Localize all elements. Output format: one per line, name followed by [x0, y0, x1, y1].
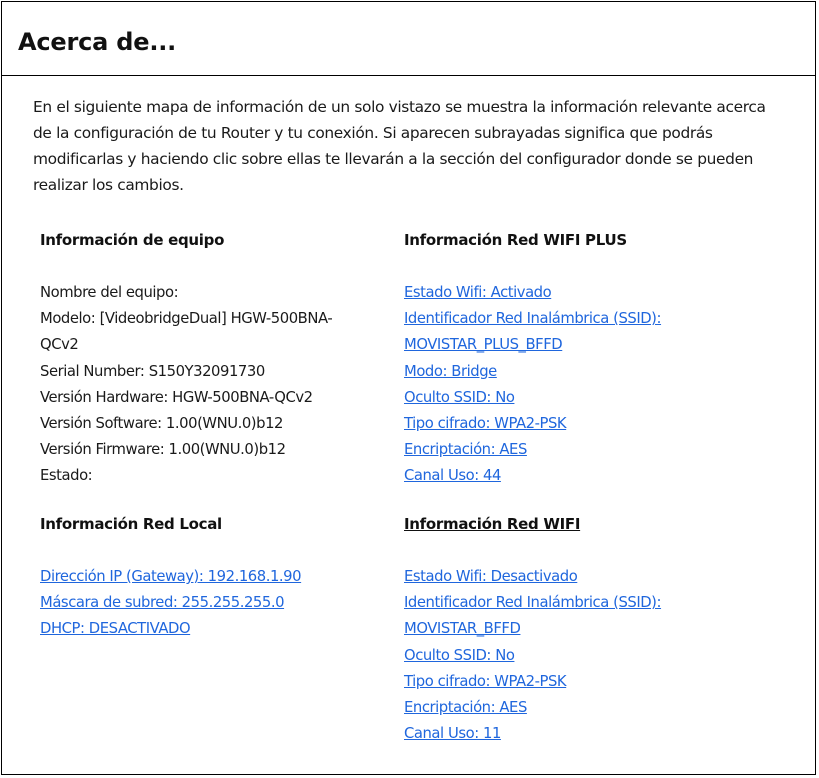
- section-wifi-plus-info: Información Red WIFI PLUS Estado Wifi: A…: [404, 230, 784, 484]
- wifi-plus-channel-link[interactable]: Canal Uso: 44: [404, 467, 501, 484]
- wifi-plus-hidden-ssid-link[interactable]: Oculto SSID: No: [404, 389, 515, 406]
- wifi-heading-link[interactable]: Información Red WIFI: [404, 514, 784, 534]
- wifi-plus-encryption-link[interactable]: Encriptación: AES: [404, 441, 527, 458]
- gateway-ip-link[interactable]: Dirección IP (Gateway): 192.168.1.90: [40, 568, 302, 585]
- about-panel: Acerca de... En el siguiente mapa de inf…: [1, 1, 816, 775]
- panel-header: Acerca de...: [2, 2, 815, 76]
- wifi-plus-cipher-link[interactable]: Tipo cifrado: WPA2-PSK: [404, 415, 567, 432]
- wifi-channel-link[interactable]: Canal Uso: 11: [404, 725, 501, 742]
- page-title: Acerca de...: [18, 28, 177, 56]
- equipment-info-heading: Información de equipo: [40, 231, 225, 249]
- equipment-model: Modelo: [VideobridgeDual] HGW-500BNA-: [40, 310, 333, 328]
- dhcp-link[interactable]: DHCP: DESACTIVADO: [40, 620, 191, 637]
- section-equipment-info: Información de equipo Nombre del equipo:…: [40, 230, 380, 484]
- wifi-list: Estado Wifi: Desactivado Identificador R…: [404, 564, 661, 747]
- equipment-name: Nombre del equipo:: [40, 284, 179, 301]
- equipment-info-list: Nombre del equipo: Modelo: [VideobridgeD…: [40, 280, 333, 490]
- wifi-encryption-link[interactable]: Encriptación: AES: [404, 699, 527, 716]
- intro-text: En el siguiente mapa de información de u…: [33, 98, 766, 194]
- wifi-plus-ssid-link[interactable]: Identificador Red Inalámbrica (SSID):: [404, 310, 661, 327]
- equipment-hw-version: Versión Hardware: HGW-500BNA-QCv2: [40, 388, 313, 406]
- wifi-ssid-value-link[interactable]: MOVISTAR_BFFD: [404, 620, 521, 637]
- wifi-cipher-link[interactable]: Tipo cifrado: WPA2-PSK: [404, 673, 567, 690]
- section-local-network-info: Información Red Local Dirección IP (Gate…: [40, 514, 380, 637]
- wifi-hidden-ssid-link[interactable]: Oculto SSID: No: [404, 647, 515, 664]
- local-network-heading: Información Red Local: [40, 515, 222, 533]
- equipment-state: Estado:: [40, 467, 93, 485]
- wifi-plus-status-link[interactable]: Estado Wifi: Activado: [404, 284, 552, 301]
- section-wifi-info: Información Red WIFI Estado Wifi: Desact…: [404, 514, 784, 742]
- wifi-plus-list: Estado Wifi: Activado Identificador Red …: [404, 280, 661, 490]
- wifi-ssid-link[interactable]: Identificador Red Inalámbrica (SSID):: [404, 594, 661, 611]
- wifi-plus-ssid-value-link[interactable]: MOVISTAR_PLUS_BFFD: [404, 336, 563, 353]
- equipment-sw-version: Versión Software: 1.00(WNU.0)b12: [40, 415, 283, 433]
- wifi-plus-mode-link[interactable]: Modo: Bridge: [404, 363, 497, 380]
- equipment-fw-version: Versión Firmware: 1.00(WNU.0)b12: [40, 441, 286, 459]
- equipment-model-cont: QCv2: [40, 336, 79, 354]
- wifi-status-link[interactable]: Estado Wifi: Desactivado: [404, 568, 578, 585]
- local-network-list: Dirección IP (Gateway): 192.168.1.90 Más…: [40, 564, 302, 643]
- equipment-serial: Serial Number: S150Y32091730: [40, 362, 265, 380]
- wifi-plus-heading: Información Red WIFI PLUS: [404, 231, 627, 249]
- subnet-mask-link[interactable]: Máscara de subred: 255.255.255.0: [40, 594, 285, 611]
